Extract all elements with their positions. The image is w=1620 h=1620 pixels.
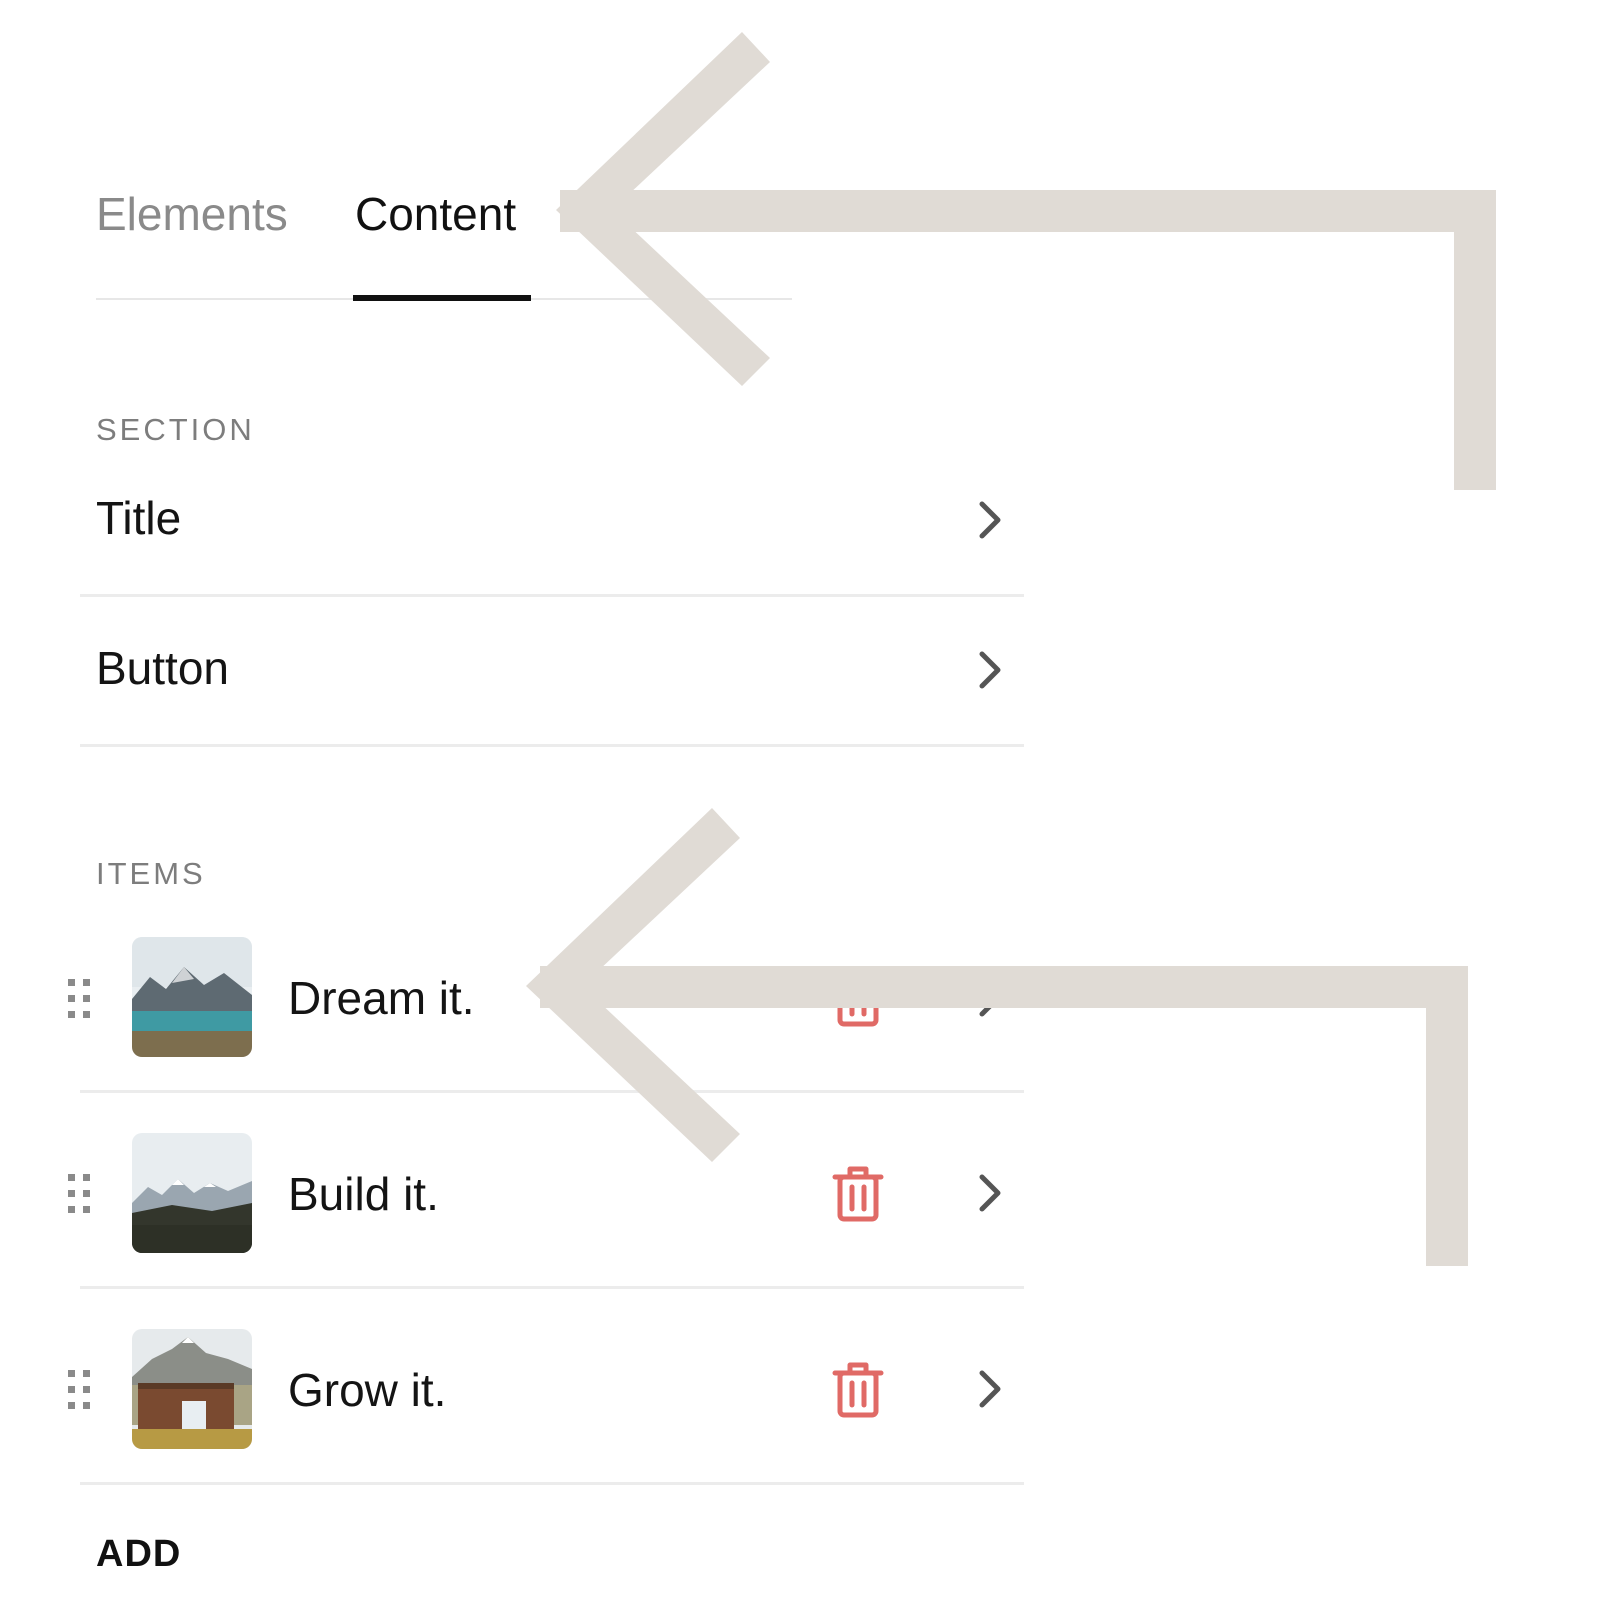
divider <box>80 1482 1024 1485</box>
items-heading: ITEMS <box>96 856 206 891</box>
section-row-button[interactable]: Button <box>80 640 1024 696</box>
item-label[interactable]: Grow it. <box>288 1362 446 1418</box>
drag-handle-icon[interactable] <box>66 1368 94 1412</box>
divider <box>80 594 1024 597</box>
trash-icon[interactable] <box>830 1163 886 1223</box>
section-row-title[interactable]: Title <box>80 490 1024 546</box>
item-thumbnail-mountains <box>132 1133 252 1253</box>
section-row-label: Title <box>96 492 182 544</box>
add-item-button[interactable]: ADD <box>96 1532 181 1576</box>
trash-icon[interactable] <box>830 1359 886 1419</box>
tab-elements[interactable]: Elements <box>96 186 288 242</box>
divider <box>80 744 1024 747</box>
tab-content[interactable]: Content <box>355 186 516 242</box>
divider <box>80 1090 1024 1093</box>
drag-handle-icon[interactable] <box>66 977 94 1021</box>
item-label[interactable]: Build it. <box>288 1166 439 1222</box>
item-label[interactable]: Dream it. <box>288 970 475 1026</box>
chevron-right-icon[interactable] <box>970 1369 1010 1409</box>
trash-icon[interactable] <box>830 968 886 1028</box>
chevron-right-icon[interactable] <box>970 500 1010 540</box>
section-row-label: Button <box>96 642 229 694</box>
drag-handle-icon[interactable] <box>66 1172 94 1216</box>
item-thumbnail-cabin <box>132 1329 252 1449</box>
section-heading: SECTION <box>96 412 255 447</box>
chevron-right-icon[interactable] <box>970 978 1010 1018</box>
active-tab-indicator <box>353 295 531 301</box>
annotation-arrow-icon <box>556 32 1496 490</box>
chevron-right-icon[interactable] <box>970 1173 1010 1213</box>
item-thumbnail-lake <box>132 937 252 1057</box>
chevron-right-icon[interactable] <box>970 650 1010 690</box>
divider <box>80 1286 1024 1289</box>
